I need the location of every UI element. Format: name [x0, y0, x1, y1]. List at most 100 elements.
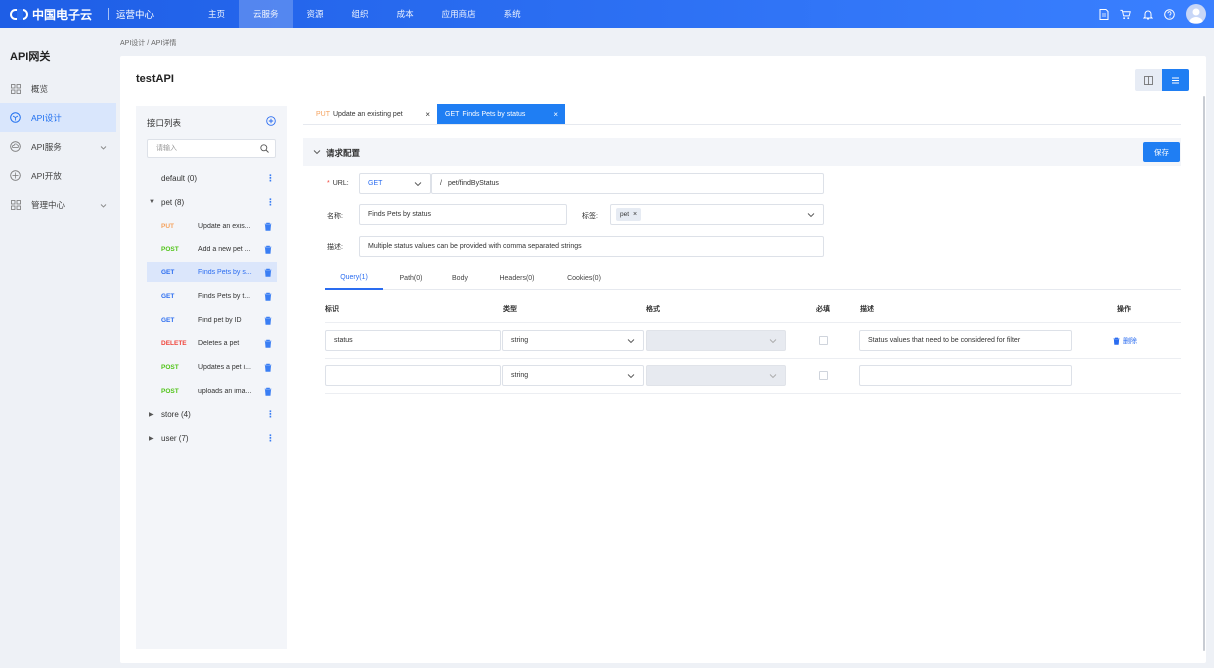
tab-finds-pets-by-status[interactable]: GET Finds Pets by status × [437, 104, 565, 124]
description-input[interactable]: Multiple status values can be provided w… [359, 236, 824, 257]
nav-organization[interactable]: 组织 [338, 0, 383, 28]
chevron-down-icon [627, 372, 635, 380]
api-name: Update an exis... [198, 222, 251, 230]
api-item[interactable]: POST uploads an ima... [147, 381, 277, 401]
chevron-down-icon[interactable] [100, 143, 107, 150]
trash-icon[interactable] [264, 339, 272, 348]
api-item[interactable]: DELETE Deletes a pet [147, 333, 277, 353]
group-pet[interactable]: ▼ pet (8) ⋮ [136, 192, 287, 212]
more-vertical-icon[interactable]: ⋮ [266, 173, 275, 183]
close-icon[interactable]: × [633, 211, 637, 218]
list-view-button[interactable] [1162, 69, 1189, 91]
method-badge: GET [161, 316, 175, 324]
scrollbar[interactable] [1203, 96, 1205, 651]
tab-query[interactable]: Query(1) [325, 267, 383, 290]
url-path-input[interactable]: / pet/findByStatus [431, 173, 824, 194]
center-title: 运营中心 [116, 10, 155, 21]
sidebar-item-management-center[interactable]: 管理中心 [0, 190, 116, 219]
param-type-select[interactable]: string [502, 330, 644, 351]
trash-icon[interactable] [264, 316, 272, 325]
close-icon[interactable]: × [553, 110, 558, 119]
breadcrumb[interactable]: API设计 / API详情 [120, 38, 176, 48]
tab-headers[interactable]: Headers(0) [482, 267, 552, 290]
sidebar-item-api-services[interactable]: API服务 [0, 132, 116, 161]
trash-icon[interactable] [264, 245, 272, 254]
bell-icon[interactable] [1142, 9, 1153, 20]
save-button[interactable]: 保存 [1143, 142, 1180, 162]
group-store[interactable]: ▶ store (4) ⋮ [136, 404, 287, 424]
chevron-down-icon[interactable] [313, 148, 321, 156]
caret-down-icon[interactable]: ▼ [149, 199, 155, 205]
tab-body[interactable]: Body [438, 267, 482, 290]
view-switch [1135, 69, 1189, 91]
help-icon[interactable] [1164, 8, 1175, 20]
method-badge: POST [161, 387, 179, 395]
chevron-down-icon[interactable] [100, 201, 107, 208]
more-vertical-icon[interactable]: ⋮ [266, 433, 275, 443]
nav-resources[interactable]: 资源 [293, 0, 338, 28]
nav-cost[interactable]: 成本 [383, 0, 428, 28]
api-name: Finds Pets by s... [198, 268, 252, 276]
sidebar-item-label: 管理中心 [31, 199, 66, 210]
add-circle-icon[interactable] [266, 116, 276, 126]
api-search-input[interactable] [148, 140, 248, 157]
param-name-input[interactable] [325, 365, 501, 386]
document-icon[interactable] [1098, 8, 1109, 20]
search-icon[interactable] [260, 144, 269, 153]
api-item[interactable]: POST Updates a pet i... [147, 357, 277, 377]
trash-icon[interactable] [264, 363, 272, 372]
tab-cookies[interactable]: Cookies(0) [552, 267, 616, 290]
method-value: GET [368, 180, 383, 187]
trash-icon[interactable] [264, 268, 272, 277]
brand-logo[interactable]: 中国电子云 [0, 6, 104, 23]
chevron-down-icon [807, 211, 815, 219]
nav-system[interactable]: 系统 [490, 0, 535, 28]
param-format-select[interactable] [646, 330, 786, 351]
param-description-input[interactable] [859, 365, 1072, 386]
param-description-input[interactable]: Status values that need to be considered… [859, 330, 1072, 351]
name-input[interactable]: Finds Pets by status [359, 204, 567, 225]
caret-right-icon[interactable]: ▶ [149, 411, 154, 418]
nav-home[interactable]: 主页 [194, 0, 239, 28]
api-item[interactable]: GET Find pet by ID [147, 310, 277, 330]
api-item[interactable]: GET Finds Pets by t... [147, 286, 277, 306]
param-type-select[interactable]: string [502, 365, 644, 386]
required-checkbox[interactable] [819, 336, 828, 345]
trash-icon[interactable] [264, 387, 272, 396]
sidebar-item-overview[interactable]: 概览 [0, 74, 116, 103]
api-item[interactable]: PUT Update an exis... [147, 216, 277, 236]
more-vertical-icon[interactable]: ⋮ [266, 409, 275, 419]
sidebar-item-label: API服务 [31, 141, 62, 152]
method-select[interactable]: GET [359, 173, 431, 194]
param-name-input[interactable]: status [325, 330, 501, 351]
tab-update-existing-pet[interactable]: PUT Update an existing pet × [308, 104, 437, 124]
sidebar-item-api-design[interactable]: API设计 [0, 103, 116, 132]
caret-right-icon[interactable]: ▶ [149, 435, 154, 442]
more-vertical-icon[interactable]: ⋮ [266, 197, 275, 207]
method-badge: DELETE [161, 339, 187, 347]
tag-select[interactable]: pet × [610, 204, 824, 225]
nav-app-store[interactable]: 应用商店 [428, 0, 490, 28]
nav-cloud-services[interactable]: 云服务 [239, 0, 293, 28]
required-checkbox[interactable] [819, 371, 828, 380]
main-card: testAPI 接口列表 default (0) ⋮ ▼ pet (8) ⋮ [120, 56, 1206, 663]
param-format-select[interactable] [646, 365, 786, 386]
close-icon[interactable]: × [425, 110, 430, 119]
trash-icon[interactable] [264, 292, 272, 301]
top-bar: 中国电子云 运营中心 主页 云服务 资源 组织 成本 应用商店 系统 [0, 0, 1214, 28]
grid-icon [10, 199, 21, 210]
split-view-button[interactable] [1135, 69, 1162, 91]
delete-link[interactable]: 删除 [1113, 336, 1137, 346]
trash-icon[interactable] [264, 222, 272, 231]
api-item[interactable]: POST Add a new pet ... [147, 239, 277, 259]
tab-path[interactable]: Path(0) [384, 267, 438, 290]
grid-icon [10, 83, 21, 94]
tab-title: Update an existing pet [333, 110, 403, 118]
avatar[interactable] [1186, 4, 1206, 24]
cart-icon[interactable] [1120, 9, 1131, 20]
group-user[interactable]: ▶ user (7) ⋮ [136, 428, 287, 448]
api-item-selected[interactable]: GET Finds Pets by s... [147, 262, 277, 282]
group-default[interactable]: default (0) ⋮ [136, 168, 287, 188]
request-config-header[interactable]: 请求配置 [303, 138, 1181, 166]
sidebar-item-api-open[interactable]: API开放 [0, 161, 116, 190]
